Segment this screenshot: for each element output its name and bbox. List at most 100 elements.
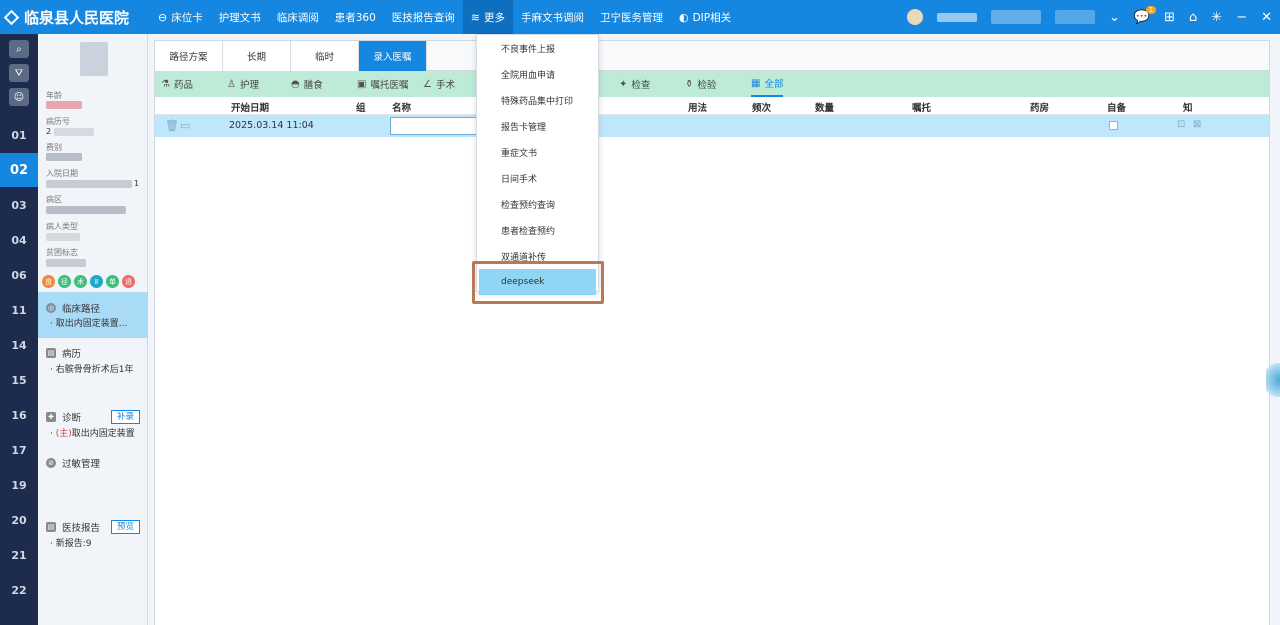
grid-header: 开始日期 组 名称 用法 频次 数量 嘱托 药房 自备 知 [155,97,1269,115]
tag: Ⅱ [90,275,103,288]
user-avatar[interactable] [907,9,924,25]
rail-num[interactable]: 16 [0,398,38,432]
preview-button[interactable]: 预览 [110,520,140,534]
menu-item-report-card[interactable]: 报告卡管理 [477,113,598,139]
delete-icon[interactable]: 🗑 [165,119,179,132]
tab-temporary[interactable]: 临时 [291,41,359,71]
highlight-box [472,261,604,304]
age-value-blurred [46,101,82,109]
cat-lab[interactable]: ⚱ 检验 [685,71,716,97]
diagnosis-icon: ✚ [46,412,56,422]
record-no-label: 病历号 [46,117,70,126]
order-tabs: 路径方案 长期 临时 录入医嘱 [155,41,1269,71]
self-provided-checkbox[interactable] [1109,121,1118,130]
cat-nursing[interactable]: ♙ 护理 [227,71,259,97]
menu-item-blood-request[interactable]: 全院用血申请 [477,61,598,87]
patient-info-panel: 年龄 病历号 2 费别 入院日期 1 病区 病人类型 贫困标志 良 径 术 Ⅱ … [38,34,148,625]
category-label: 费别 [46,143,62,152]
rail-num[interactable]: 19 [0,468,38,502]
ward-value-blurred [46,206,126,214]
rail-num[interactable]: 01 [0,118,38,152]
note-icon: ▣ [357,78,367,90]
cat-all[interactable]: ▦ 全部 [751,71,784,97]
supplement-button[interactable]: 补录 [110,410,140,424]
grid-apps-icon[interactable]: ⊞ [1164,10,1175,25]
rail-num[interactable]: 04 [0,223,38,257]
nav-anesthesia-docs[interactable]: 手麻文书调阅 [513,0,592,34]
minimize-icon[interactable]: − [1236,10,1247,25]
message-icon[interactable]: 💬 1 [1134,5,1157,25]
close-icon[interactable]: ✕ [1261,10,1272,25]
nav-dip[interactable]: ◐ DIP相关 [671,0,739,34]
nav-report-query[interactable]: 医技报告查询 [384,0,463,34]
patient-type-blurred [46,233,80,241]
nav-nursing-docs[interactable]: 护理文书 [211,0,269,34]
cat-surgery[interactable]: ∠ 手术 [423,71,455,97]
pen-icon: ∠ [423,78,432,90]
info-icon[interactable]: ⊡ [1177,119,1185,130]
app-title: 临泉县人民医院 [24,8,130,27]
category-value-blurred [46,153,82,161]
menu-item-day-surgery[interactable]: 日间手术 [477,165,598,191]
ward-label: 病区 [46,195,62,204]
record-no-blurred [54,128,94,136]
menu-item-icu-docs[interactable]: 重症文书 [477,139,598,165]
save-icon[interactable]: ▭ [180,119,190,132]
search-icon[interactable]: ⌕ [9,40,29,58]
clinical-path-section[interactable]: ◎ 临床路径 · 取出内固定装置... [38,292,148,338]
diagnosis-section: ✚ 诊断 补录 · (主)取出内固定装置 [38,408,148,442]
main-area: 路径方案 长期 临时 录入医嘱 ⚗ 药品 ♙ 护理 ◓ 膳食 ▣ 嘱托医嘱 ∠ 手术 ✦ 检… [148,34,1280,625]
dip-icon: ◐ [678,10,689,24]
menu-item-adverse-event[interactable]: 不良事件上报 [477,35,598,61]
menu-item-exam-appointment-query[interactable]: 检查预约查询 [477,191,598,217]
rail-num[interactable]: 22 [0,573,38,607]
col-quantity: 数量 [815,103,835,114]
col-self-provided: 自备 [1107,103,1127,114]
nav-patient-360[interactable]: 患者360 [327,0,384,34]
rail-num-active[interactable]: 02 [0,153,38,187]
cat-exam[interactable]: ✦ 检查 [619,71,650,97]
nav-medical-management[interactable]: 卫宁医务管理 [592,0,671,34]
top-bar: 临泉县人民医院 ⊖ 床位卡 护理文书 临床调阅 患者360 医技报告查询 ≋ 更多 … [0,0,1280,34]
menu-item-patient-exam-appointment[interactable]: 患者检查预约 [477,217,598,243]
nurse-icon: ♙ [227,78,236,90]
patient-type-label: 病人类型 [46,222,78,231]
table-row[interactable]: 🗑 ▭ 2025.03.14 11:04 ⊡ ⊠ [155,115,1269,137]
age-label: 年龄 [46,91,62,100]
cat-entrusted[interactable]: ▣ 嘱托医嘱 [357,71,408,97]
medical-record-section[interactable]: ▤ 病历 · 右髌骨骨折术后1年 [38,344,148,378]
notice-icon[interactable]: ⊠ [1193,119,1201,130]
rail-num[interactable]: 21 [0,538,38,572]
nav-more[interactable]: ≋ 更多 [462,0,513,34]
col-pharmacy: 药房 [1030,103,1050,114]
admit-date-label: 入院日期 [46,169,78,178]
col-entrust: 嘱托 [912,103,932,114]
tab-enter-orders[interactable]: 录入医嘱 [359,41,427,71]
settings-icon[interactable]: ✳ [1211,10,1222,25]
rail-num[interactable]: 15 [0,363,38,397]
rail-num[interactable]: 14 [0,328,38,362]
rail-num[interactable]: 06 [0,258,38,292]
rail-num[interactable]: 11 [0,293,38,327]
tab-path-plan[interactable]: 路径方案 [155,41,223,71]
rail-num[interactable]: 20 [0,503,38,537]
name-input[interactable] [390,117,478,135]
cat-drugs[interactable]: ⚗ 药品 [161,71,193,97]
tag: 单 [106,275,119,288]
rail-num[interactable]: 03 [0,188,38,222]
nav-clinical-review[interactable]: 临床调阅 [269,0,327,34]
rail-num[interactable]: 17 [0,433,38,467]
user-icon[interactable]: ☺ [9,88,29,106]
tab-long-term[interactable]: 长期 [223,41,291,71]
hospital-logo: 临泉县人民医院 [0,7,150,28]
nav-bed-card[interactable]: ⊖ 床位卡 [150,0,211,34]
floating-assistant-icon[interactable] [1266,360,1280,400]
menu-item-special-drug-print[interactable]: 特殊药品集中打印 [477,87,598,113]
cat-diet[interactable]: ◓ 膳食 [291,71,323,97]
allergy-section[interactable]: ⊘ 过敏管理 [38,454,148,472]
col-group: 组 [356,103,366,114]
lock-icon[interactable]: ⌂ [1189,10,1197,25]
chevron-down-icon[interactable]: ⌄ [1109,10,1120,25]
order-categories: ⚗ 药品 ♙ 护理 ◓ 膳食 ▣ 嘱托医嘱 ∠ 手术 ✦ 检查 ⚱ 检验 ▦ 全部 [155,71,1269,97]
filter-icon[interactable]: ⛛ [9,64,29,82]
